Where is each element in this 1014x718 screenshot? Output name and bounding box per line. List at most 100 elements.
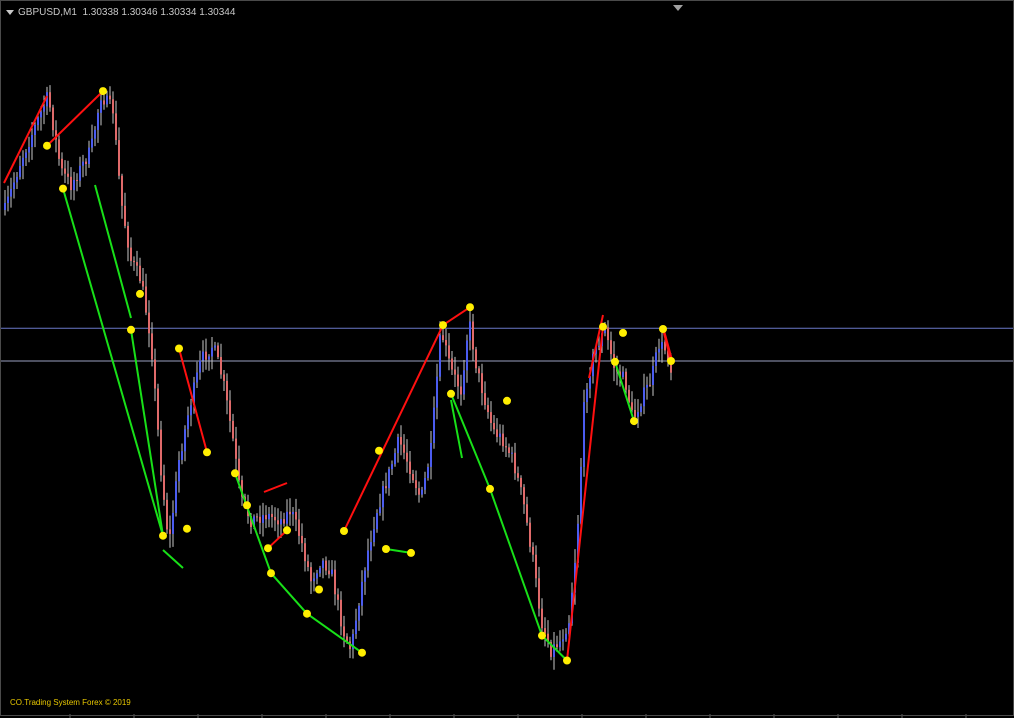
bear-candle [403, 444, 405, 453]
dropdown-arrow-icon[interactable] [6, 9, 14, 15]
pivot-high-point [466, 303, 474, 312]
bull-candle [436, 376, 438, 408]
chart-shift-marker-icon[interactable] [673, 5, 683, 11]
bear-candle [400, 437, 402, 445]
bull-candle [202, 351, 204, 361]
bull-candle [358, 605, 360, 621]
chart-window[interactable]: GBPUSD,M1 1.30338 1.30346 1.30334 1.3034… [0, 0, 1014, 718]
pivot-high-point [619, 328, 627, 337]
bull-candle [268, 513, 270, 520]
bull-candle [22, 157, 24, 166]
bull-candle [94, 129, 96, 139]
bull-candle [43, 106, 45, 112]
bull-candle [88, 147, 90, 164]
bear-candle [277, 520, 279, 525]
bull-candle [361, 581, 363, 606]
price-chart[interactable] [0, 0, 1014, 718]
bear-candle [304, 543, 306, 562]
bear-candle [325, 560, 327, 571]
bull-candle [367, 550, 369, 571]
pivot-high-point [503, 396, 511, 405]
bear-candle [154, 359, 156, 389]
bull-candle [28, 147, 30, 153]
pivot-low-point [231, 469, 239, 478]
bear-candle [472, 321, 474, 350]
bear-candle [556, 644, 558, 648]
bull-candle [319, 567, 321, 574]
pivot-high-point [264, 544, 272, 553]
bear-candle [532, 546, 534, 555]
bear-candle [502, 433, 504, 447]
pivot-high-point [175, 344, 183, 353]
bull-candle [622, 371, 624, 377]
bull-candle [184, 429, 186, 452]
bear-candle [256, 516, 258, 518]
bear-candle [103, 100, 105, 105]
bear-candle [130, 247, 132, 261]
bear-candle [457, 374, 459, 387]
bear-candle [121, 175, 123, 206]
bear-candle [67, 173, 69, 177]
zigzag-down-leg [94, 184, 132, 319]
bull-candle [430, 443, 432, 467]
bear-candle [496, 429, 498, 437]
bear-candle [448, 345, 450, 359]
bear-candle [289, 511, 291, 515]
bear-candle [607, 327, 609, 341]
bull-candle [439, 335, 441, 377]
bull-candle [31, 135, 33, 147]
bull-candle [559, 641, 561, 648]
bear-candle [529, 522, 531, 547]
zigzag-down-leg [270, 572, 308, 615]
bear-candle [649, 384, 651, 386]
bull-candle [196, 372, 198, 383]
bear-candle [412, 474, 414, 481]
bear-candle [85, 161, 87, 164]
bear-candle [631, 402, 633, 410]
bear-candle [139, 265, 141, 281]
bear-candle [163, 475, 165, 500]
bear-candle [625, 371, 627, 390]
bull-candle [280, 519, 282, 525]
pivot-high-point [375, 446, 383, 455]
bear-candle [76, 180, 78, 181]
pivot-high-point [99, 87, 107, 96]
bear-candle [451, 358, 453, 370]
bull-candle [421, 489, 423, 495]
zigzag-down-leg [162, 549, 184, 569]
bull-candle [331, 569, 333, 575]
bull-candle [511, 452, 513, 454]
bear-candle [610, 340, 612, 355]
bull-candle [397, 437, 399, 454]
bull-candle [211, 347, 213, 357]
pivot-low-point [159, 531, 167, 540]
bull-candle [646, 384, 648, 388]
bull-candle [175, 481, 177, 513]
zigzag-down-leg [62, 188, 164, 536]
bear-candle [232, 420, 234, 439]
bull-candle [10, 188, 12, 197]
bear-candle [343, 626, 345, 637]
bear-candle [283, 519, 285, 524]
bull-candle [4, 203, 6, 210]
bear-candle [205, 351, 207, 360]
bear-candle [538, 578, 540, 609]
bull-candle [106, 95, 108, 105]
pivot-high-point [43, 141, 51, 150]
bear-candle [337, 594, 339, 600]
bear-candle [115, 113, 117, 141]
symbol-header: GBPUSD,M1 1.30338 1.30346 1.30334 1.3034… [6, 7, 235, 18]
bear-candle [514, 452, 516, 474]
bear-candle [307, 561, 309, 567]
pivot-low-point [382, 545, 390, 553]
bear-candle [460, 386, 462, 395]
bear-candle [157, 388, 159, 430]
bull-candle [373, 529, 375, 543]
bear-candle [52, 107, 54, 131]
bull-candle [388, 469, 390, 489]
bull-candle [499, 433, 501, 437]
bull-candle [37, 117, 39, 126]
ohlc-values: 1.30338 1.30346 1.30334 1.30344 [82, 7, 236, 18]
bear-candle [220, 357, 222, 375]
bull-candle [586, 388, 588, 403]
